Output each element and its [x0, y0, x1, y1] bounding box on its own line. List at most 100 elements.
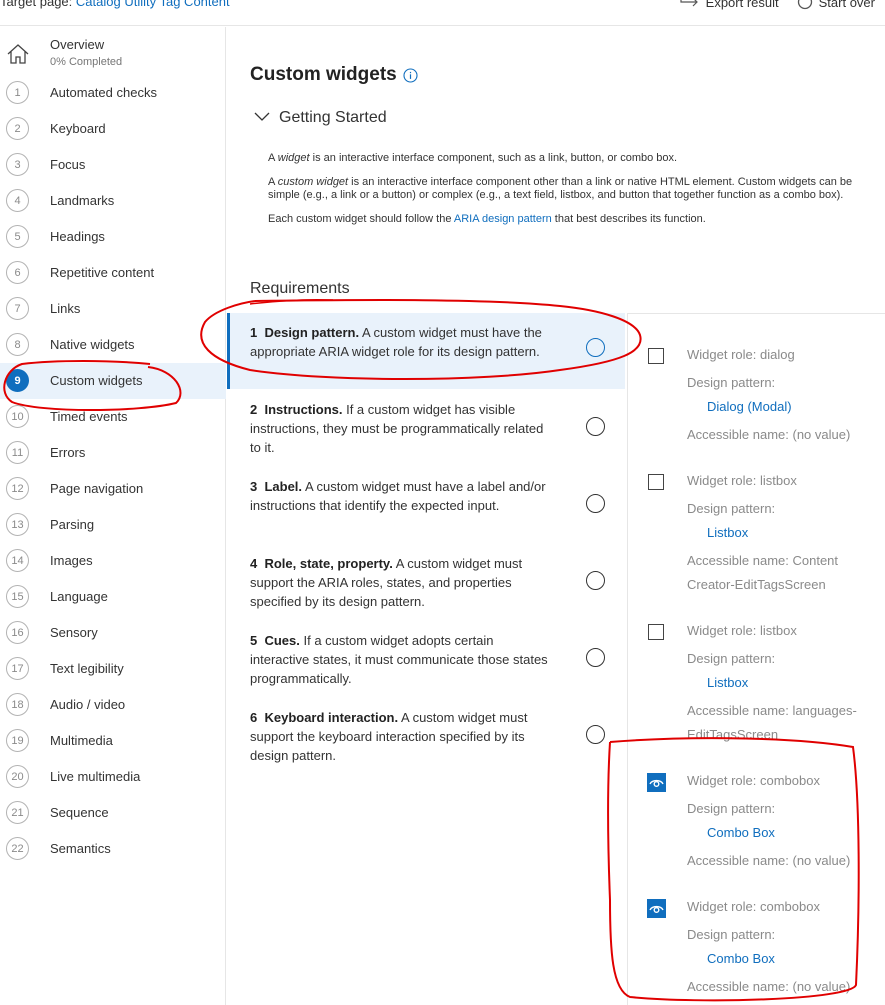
start-over-icon: [797, 0, 813, 10]
requirement-status-radio[interactable]: [586, 494, 605, 513]
sidebar-item-custom-widgets[interactable]: 9 Custom widgets: [0, 363, 226, 399]
sidebar-item-language[interactable]: 15 Language: [0, 579, 226, 615]
sidebar-item-label: Errors: [50, 445, 86, 460]
export-result-label: Export result: [705, 0, 779, 10]
design-pattern-label: Design pattern:: [687, 375, 776, 390]
requirement-text: 4 Role, state, property. A custom widget…: [250, 554, 550, 611]
step-number-badge: 14: [6, 549, 29, 572]
info-icon[interactable]: [403, 67, 418, 83]
getting-started-description: A widget is an interactive interface com…: [268, 152, 873, 237]
requirement-status-radio[interactable]: [586, 417, 605, 436]
sidebar-item-overview[interactable]: Overview 0% Completed: [0, 33, 226, 77]
step-number-badge: 17: [6, 657, 29, 680]
requirement-row[interactable]: 4 Role, state, property. A custom widget…: [227, 544, 625, 620]
design-pattern-link[interactable]: Combo Box: [707, 951, 775, 966]
step-number-badge: 16: [6, 621, 29, 644]
requirement-number: 2: [250, 402, 258, 417]
step-number-badge: 11: [6, 441, 29, 464]
sidebar-item-links[interactable]: 7 Links: [0, 291, 226, 327]
desc-text: Each custom widget should follow the: [268, 213, 454, 225]
design-pattern-link[interactable]: Listbox: [707, 675, 748, 690]
desc-emphasis: custom widget: [277, 176, 349, 188]
step-number-badge: 5: [6, 225, 29, 248]
design-pattern-label: Design pattern:: [687, 801, 776, 816]
sidebar-item-multimedia[interactable]: 19 Multimedia: [0, 723, 226, 759]
requirement-name: Role, state, property.: [264, 556, 393, 571]
requirement-status-radio[interactable]: [586, 571, 605, 590]
sidebar-item-label: Sensory: [50, 625, 98, 640]
sidebar-item-sequence[interactable]: 21 Sequence: [0, 795, 226, 831]
requirement-name: Label.: [264, 479, 303, 494]
widgets-panel: Widget role: dialog Design pattern: Dialog…: [627, 313, 885, 1005]
desc-text: A: [268, 152, 278, 164]
sidebar-item-text-legibility[interactable]: 17 Text legibility: [0, 651, 226, 687]
sidebar-item-images[interactable]: 14 Images: [0, 543, 226, 579]
sidebar-item-label: Parsing: [50, 517, 95, 532]
step-number-badge: 22: [6, 837, 29, 860]
requirement-row[interactable]: 3 Label. A custom widget must have a lab…: [227, 467, 625, 543]
requirement-text: 3 Label. A custom widget must have a lab…: [250, 477, 550, 515]
widget-checkbox[interactable]: [648, 474, 664, 490]
chevron-down-icon: [254, 109, 270, 127]
requirement-row[interactable]: 5 Cues. If a custom widget adopts certai…: [227, 621, 625, 697]
design-pattern-link[interactable]: Dialog (Modal): [707, 399, 792, 414]
sidebar-item-parsing[interactable]: 13 Parsing: [0, 507, 226, 543]
aria-design-pattern-link[interactable]: ARIA design pattern: [454, 213, 552, 225]
design-pattern-link[interactable]: Listbox: [707, 525, 748, 540]
sidebar-item-live-multimedia[interactable]: 20 Live multimedia: [0, 759, 226, 795]
sidebar-item-semantics[interactable]: 22 Semantics: [0, 831, 226, 867]
widget-checkbox[interactable]: [648, 624, 664, 640]
step-number-badge: 19: [6, 729, 29, 752]
overview-title: Overview: [50, 37, 105, 52]
top-bar: Target page: Catalog Utility Tag Content…: [0, 0, 885, 26]
eye-icon[interactable]: [647, 899, 666, 918]
main-content: Custom widgets Getting Started A widget …: [227, 27, 885, 1005]
step-number-badge: 9: [6, 369, 29, 392]
sidebar-item-page-navigation[interactable]: 12 Page navigation: [0, 471, 226, 507]
accessible-name-continued: EditTagsScreen: [687, 727, 779, 742]
requirement-number: 1: [250, 325, 258, 340]
getting-started-toggle[interactable]: Getting Started: [254, 109, 387, 127]
desc-text: is an interactive interface component ot…: [268, 176, 853, 201]
sidebar-item-label: Focus: [50, 157, 86, 172]
sidebar-item-automated-checks[interactable]: 1 Automated checks: [0, 75, 226, 111]
requirement-status-radio[interactable]: [586, 725, 605, 744]
overview-progress: 0% Completed: [50, 56, 123, 68]
step-number-badge: 2: [6, 117, 29, 140]
requirement-text: 5 Cues. If a custom widget adopts certai…: [250, 631, 550, 688]
sidebar-nav: Overview 0% Completed 1 Automated checks 2…: [0, 27, 226, 1005]
design-pattern-link[interactable]: Combo Box: [707, 825, 775, 840]
sidebar-item-sensory[interactable]: 16 Sensory: [0, 615, 226, 651]
requirement-status-radio[interactable]: [586, 648, 605, 667]
requirement-title: 6 Keyboard interaction.: [250, 710, 398, 725]
design-pattern-label: Design pattern:: [687, 651, 776, 666]
step-number-badge: 15: [6, 585, 29, 608]
export-result-button[interactable]: Export result: [680, 0, 779, 10]
requirement-row[interactable]: 2 Instructions. If a custom widget has v…: [227, 390, 625, 466]
desc-paragraph-1: A widget is an interactive interface com…: [268, 152, 873, 165]
requirement-row[interactable]: 6 Keyboard interaction. A custom widget …: [227, 698, 625, 774]
sidebar-item-errors[interactable]: 11 Errors: [0, 435, 226, 471]
accessible-name-continued: Creator-EditTagsScreen: [687, 577, 826, 592]
sidebar-item-audio-video[interactable]: 18 Audio / video: [0, 687, 226, 723]
sidebar-item-landmarks[interactable]: 4 Landmarks: [0, 183, 226, 219]
requirement-title: 2 Instructions.: [250, 402, 342, 417]
sidebar-item-focus[interactable]: 3 Focus: [0, 147, 226, 183]
sidebar-item-label: Language: [50, 589, 108, 604]
sidebar-item-native-widgets[interactable]: 8 Native widgets: [0, 327, 226, 363]
start-over-button[interactable]: Start over: [797, 0, 875, 10]
sidebar-item-headings[interactable]: 5 Headings: [0, 219, 226, 255]
widget-role: Widget role: combobox: [687, 899, 820, 914]
target-page-link[interactable]: Catalog Utility Tag Content: [76, 0, 230, 9]
widget-checkbox[interactable]: [648, 348, 664, 364]
requirement-status-radio[interactable]: [586, 338, 605, 357]
requirement-title: 1 Design pattern.: [250, 325, 359, 340]
eye-icon[interactable]: [647, 773, 666, 792]
requirement-text: 2 Instructions. If a custom widget has v…: [250, 400, 550, 457]
sidebar-item-repetitive-content[interactable]: 6 Repetitive content: [0, 255, 226, 291]
accessible-name: Accessible name: (no value): [687, 979, 851, 994]
sidebar-item-timed-events[interactable]: 10 Timed events: [0, 399, 226, 435]
sidebar-item-keyboard[interactable]: 2 Keyboard: [0, 111, 226, 147]
widget-role: Widget role: dialog: [687, 347, 795, 362]
requirement-row[interactable]: 1 Design pattern. A custom widget must h…: [227, 313, 625, 389]
